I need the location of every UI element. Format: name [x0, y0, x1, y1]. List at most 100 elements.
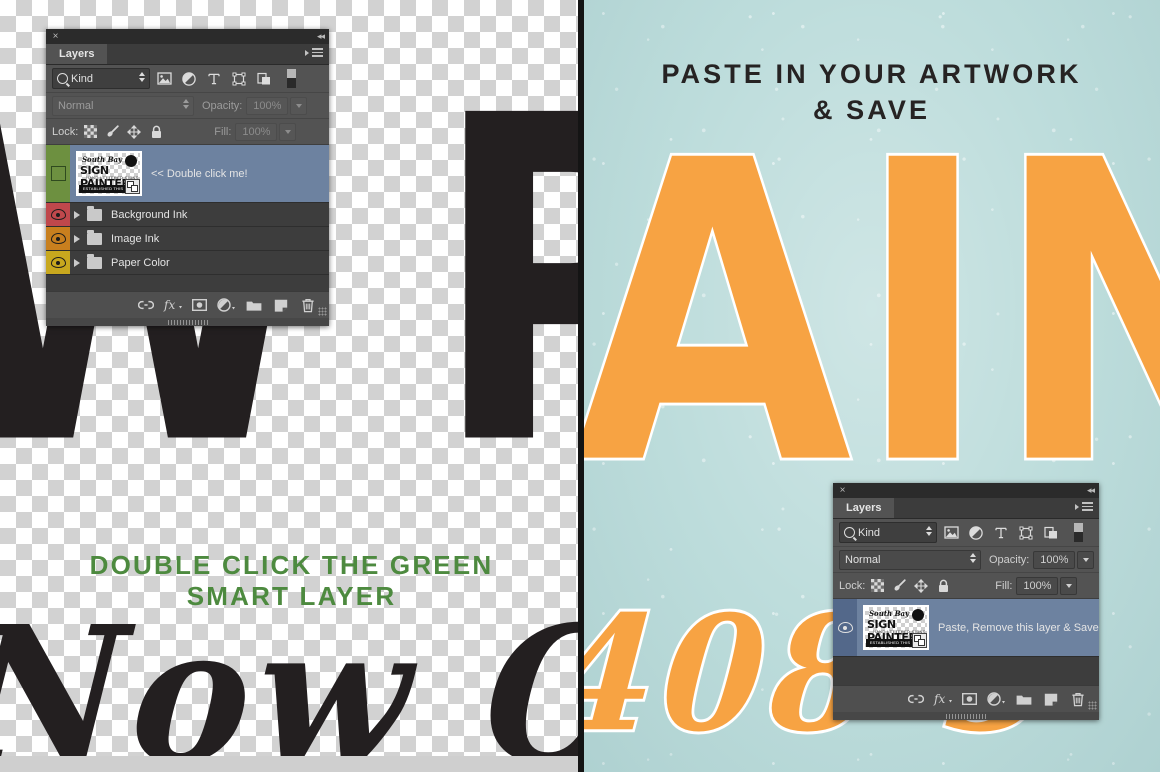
chevron-updown-icon	[139, 72, 145, 82]
lock-transparent-pixels-icon[interactable]	[80, 123, 100, 141]
filter-kind-select[interactable]: Kind	[52, 68, 150, 89]
filter-shape-layers-icon[interactable]	[228, 68, 250, 89]
layer-visibility-toggle[interactable]	[46, 251, 70, 274]
fill-label: Fill:	[214, 125, 232, 138]
collapse-panel-icon[interactable]: ◂◂	[317, 32, 325, 41]
filter-smart-objects-icon[interactable]	[253, 68, 275, 89]
blend-mode-select[interactable]: Normal	[839, 549, 981, 570]
eye-icon[interactable]	[50, 257, 66, 268]
layer-name: Image Ink	[111, 232, 160, 245]
fill-slider-caret[interactable]	[1060, 576, 1078, 595]
group-expand-triangle-icon[interactable]	[74, 210, 80, 219]
fill-value[interactable]: 100%	[235, 122, 278, 141]
svg-text:fx: fx	[163, 298, 175, 312]
fx-icon[interactable]: fx	[159, 293, 186, 317]
folder-icon	[87, 253, 102, 269]
filter-adjustment-layers-icon[interactable]	[178, 68, 200, 89]
chain-link-icon[interactable]	[132, 293, 159, 317]
filter-shape-layers-icon[interactable]	[1015, 522, 1037, 543]
panel-menu-icon[interactable]	[1075, 502, 1093, 513]
half-circle-icon[interactable]	[983, 687, 1010, 711]
blend-mode-value: Normal	[58, 99, 94, 112]
half-circle-icon[interactable]	[213, 293, 240, 317]
layer-visibility-toggle[interactable]	[46, 227, 70, 250]
lock-image-pixels-icon[interactable]	[889, 577, 909, 595]
folder-icon[interactable]	[1010, 687, 1037, 711]
filter-kind-value: Kind	[71, 72, 94, 85]
filter-type-layers-icon[interactable]	[203, 68, 225, 89]
opacity-label: Opacity:	[202, 99, 243, 112]
filter-pixel-layers-icon[interactable]	[153, 68, 175, 89]
lock-image-pixels-icon[interactable]	[102, 123, 122, 141]
svg-text:fx: fx	[933, 692, 945, 706]
filter-adjustment-layers-icon[interactable]	[965, 522, 987, 543]
group-expand-triangle-icon[interactable]	[74, 258, 80, 267]
folder-icon[interactable]	[240, 293, 267, 317]
layer-list-empty-area	[46, 275, 329, 291]
lock-transparent-pixels-icon[interactable]	[867, 577, 887, 595]
layer-row-image-ink[interactable]: Image Ink	[46, 227, 329, 251]
mask-rect-icon[interactable]	[186, 293, 213, 317]
thumb-banner: ESTABLISHED THIS PLACE	[866, 639, 914, 647]
lock-all-padlock-icon[interactable]	[146, 123, 166, 141]
filter-toggle-switch[interactable]	[1067, 522, 1089, 543]
lock-position-icon[interactable]	[124, 123, 144, 141]
filter-type-layers-icon[interactable]	[990, 522, 1012, 543]
trash-icon[interactable]	[1064, 687, 1091, 711]
blend-mode-select[interactable]: Normal	[52, 95, 194, 116]
layer-row-smart-object[interactable]: South Bay SIGN PAINTERS HAND LETTERED SI…	[46, 145, 329, 203]
opacity-value[interactable]: 100%	[246, 96, 289, 115]
trash-icon[interactable]	[294, 293, 321, 317]
layer-row-smart-object[interactable]: South Bay SIGN PAINTERS HAND LETTERED SI…	[833, 599, 1099, 657]
fx-icon[interactable]: fx	[929, 687, 956, 711]
filter-toggle-switch[interactable]	[280, 68, 302, 89]
filter-smart-objects-icon[interactable]	[1040, 522, 1062, 543]
poster-heading: PASTE IN YOUR ARTWORK & SAVE	[583, 56, 1160, 128]
collapse-panel-icon[interactable]: ◂◂	[1087, 486, 1095, 495]
thumb-line-1: South Bay	[82, 155, 123, 164]
layer-thumbnail-smart-object[interactable]: South Bay SIGN PAINTERS HAND LETTERED SI…	[863, 605, 929, 650]
panel-left-lock-row: Lock: Fill: 100%	[46, 119, 329, 145]
layer-thumbnail-smart-object[interactable]: South Bay SIGN PAINTERS HAND LETTERED SI…	[76, 151, 142, 196]
chain-link-icon[interactable]	[902, 687, 929, 711]
layer-row-background-ink[interactable]: Background Ink	[46, 203, 329, 227]
tab-layers[interactable]: Layers	[833, 498, 895, 518]
close-icon[interactable]: ×	[51, 32, 60, 42]
eye-icon[interactable]	[50, 209, 66, 220]
panel-menu-icon[interactable]	[305, 48, 323, 59]
drag-handle-icon[interactable]	[946, 713, 986, 719]
poster-display-type-top: AINT	[583, 73, 1160, 556]
opacity-slider-caret[interactable]	[290, 96, 308, 115]
filter-pixel-layers-icon[interactable]	[940, 522, 962, 543]
lock-position-icon[interactable]	[911, 577, 931, 595]
fill-slider-caret[interactable]	[279, 122, 297, 141]
panel-right-layer-list: South Bay SIGN PAINTERS HAND LETTERED SI…	[833, 599, 1099, 685]
chevron-updown-icon	[970, 552, 976, 563]
resize-grip-icon[interactable]	[318, 307, 327, 316]
panel-left-filter-row: Kind	[46, 65, 329, 93]
layer-visibility-toggle[interactable]	[46, 203, 70, 226]
new-layer-icon[interactable]	[267, 293, 294, 317]
artboard-divider	[578, 0, 584, 772]
eye-icon[interactable]	[50, 233, 66, 244]
mask-rect-icon[interactable]	[956, 687, 983, 711]
fill-label: Fill:	[995, 579, 1013, 592]
close-icon[interactable]: ×	[838, 486, 847, 496]
lock-all-padlock-icon[interactable]	[933, 577, 953, 595]
filter-kind-select[interactable]: Kind	[839, 522, 937, 543]
new-layer-icon[interactable]	[1037, 687, 1064, 711]
panel-left-footer-grip[interactable]	[46, 318, 329, 326]
resize-grip-icon[interactable]	[1088, 701, 1097, 710]
opacity-value[interactable]: 100%	[1033, 550, 1076, 569]
layer-visibility-toggle[interactable]	[833, 599, 857, 656]
fill-value[interactable]: 100%	[1016, 576, 1059, 595]
eye-icon[interactable]	[837, 622, 853, 633]
panel-right-footer-grip[interactable]	[833, 712, 1099, 720]
layer-row-paper-color[interactable]: Paper Color	[46, 251, 329, 275]
layer-color-label[interactable]	[46, 145, 70, 202]
group-expand-triangle-icon[interactable]	[74, 234, 80, 243]
tab-layers[interactable]: Layers	[46, 44, 108, 64]
drag-handle-icon[interactable]	[167, 319, 208, 325]
opacity-slider-caret[interactable]	[1077, 550, 1095, 569]
visibility-empty-icon[interactable]	[50, 166, 66, 181]
